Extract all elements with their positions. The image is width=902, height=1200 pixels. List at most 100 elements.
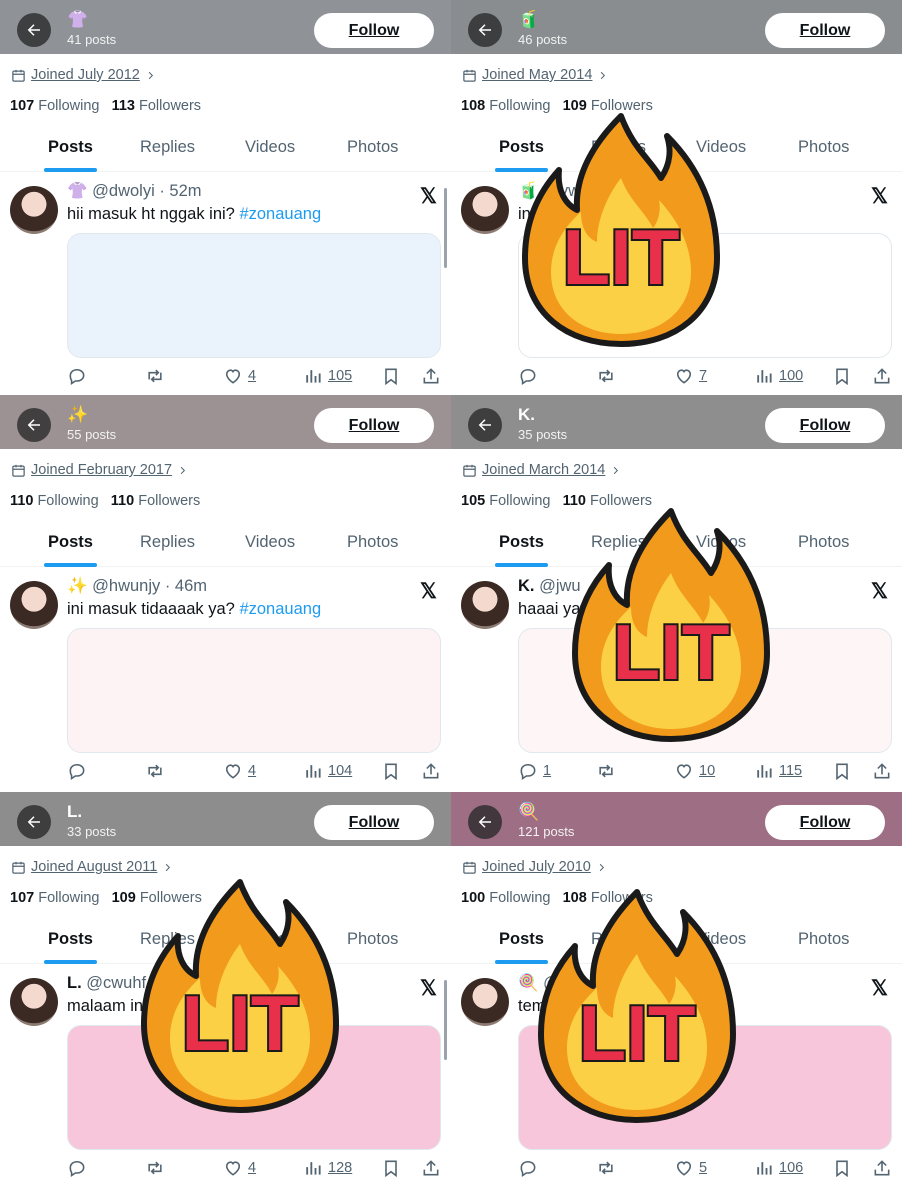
tab-photos[interactable]: Photos: [347, 930, 398, 949]
like-button[interactable]: 4: [223, 1158, 256, 1178]
views-count[interactable]: 128: [328, 1160, 352, 1176]
back-button[interactable]: [17, 805, 51, 839]
like-count[interactable]: 4: [248, 1160, 256, 1176]
like-button[interactable]: 7: [674, 366, 707, 386]
avatar[interactable]: [10, 978, 58, 1026]
like-button[interactable]: 5: [674, 1158, 707, 1178]
avatar[interactable]: [10, 186, 58, 234]
tweet-handle-time[interactable]: @hwunjy · 46m: [92, 577, 207, 595]
bookmark-button[interactable]: [381, 761, 401, 781]
joined-date-text[interactable]: Joined February 2017: [31, 462, 172, 478]
tweet-handle-time[interactable]: @yw: [543, 182, 580, 200]
tweet-media[interactable]: [518, 628, 892, 753]
followers-label[interactable]: Followers: [590, 493, 652, 509]
followers-label[interactable]: Followers: [591, 98, 653, 114]
tab-videos[interactable]: Videos: [245, 533, 295, 552]
share-button[interactable]: [421, 1158, 441, 1178]
tweet-media[interactable]: [67, 233, 441, 358]
scrollbar[interactable]: [444, 980, 447, 1060]
views-count[interactable]: 104: [328, 763, 352, 779]
hashtag-link[interactable]: #zonauang: [151, 997, 233, 1015]
views-count[interactable]: 115: [779, 763, 802, 779]
follow-button[interactable]: Follow: [314, 805, 434, 840]
back-button[interactable]: [17, 408, 51, 442]
followers-count[interactable]: 109: [563, 98, 587, 114]
tab-replies[interactable]: Replies: [591, 138, 646, 157]
following-label[interactable]: Following: [489, 98, 550, 114]
follow-button[interactable]: Follow: [314, 408, 434, 443]
hashtag-link[interactable]: #zonauang: [550, 997, 632, 1015]
retweet-button[interactable]: [596, 366, 616, 386]
retweet-button[interactable]: [145, 1158, 165, 1178]
tab-videos[interactable]: Videos: [696, 533, 746, 552]
tweet-display-name[interactable]: ✨: [67, 577, 88, 595]
like-button[interactable]: 4: [223, 366, 256, 386]
retweet-button[interactable]: [145, 366, 165, 386]
followers-count[interactable]: 109: [112, 890, 136, 906]
follow-button[interactable]: Follow: [314, 13, 434, 48]
tab-posts[interactable]: Posts: [499, 138, 544, 157]
like-count[interactable]: 4: [248, 368, 256, 384]
joined-date-text[interactable]: Joined July 2010: [482, 859, 591, 875]
tab-posts[interactable]: Posts: [499, 533, 544, 552]
joined-date[interactable]: Joined February 2017: [11, 462, 188, 478]
hashtag-link[interactable]: #zonauang: [239, 205, 321, 223]
joined-date[interactable]: Joined August 2011: [11, 859, 173, 875]
share-button[interactable]: [421, 761, 441, 781]
views-button[interactable]: 115: [754, 761, 802, 781]
follow-button[interactable]: Follow: [765, 805, 885, 840]
hashtag-link[interactable]: #zonauang: [594, 600, 676, 618]
reply-count[interactable]: 1: [543, 763, 551, 779]
back-button[interactable]: [468, 805, 502, 839]
tweet-media[interactable]: [67, 628, 441, 753]
bookmark-button[interactable]: [832, 366, 852, 386]
tweet-display-name[interactable]: K.: [518, 577, 535, 595]
views-count[interactable]: 106: [779, 1160, 803, 1176]
share-button[interactable]: [872, 366, 892, 386]
follow-button[interactable]: Follow: [765, 408, 885, 443]
scrollbar[interactable]: [444, 188, 447, 268]
followers-label[interactable]: Followers: [140, 890, 202, 906]
reply-button[interactable]: [67, 1158, 92, 1178]
following-label[interactable]: Following: [37, 493, 98, 509]
like-button[interactable]: 10: [674, 761, 715, 781]
tweet-handle-time[interactable]: @jwu: [539, 577, 581, 595]
tab-replies[interactable]: Replies: [140, 138, 195, 157]
tab-videos[interactable]: Videos: [245, 930, 295, 949]
tab-photos[interactable]: Photos: [798, 533, 849, 552]
following-count[interactable]: 107: [10, 98, 34, 114]
reply-button[interactable]: [518, 366, 543, 386]
joined-date[interactable]: Joined July 2010: [462, 859, 607, 875]
share-button[interactable]: [872, 1158, 892, 1178]
tab-posts[interactable]: Posts: [48, 930, 93, 949]
retweet-button[interactable]: [596, 1158, 616, 1178]
like-count[interactable]: 7: [699, 368, 707, 384]
hashtag-link[interactable]: #zonauang: [239, 600, 321, 618]
followers-label[interactable]: Followers: [139, 98, 201, 114]
tab-photos[interactable]: Photos: [798, 930, 849, 949]
views-count[interactable]: 105: [328, 368, 352, 384]
following-count[interactable]: 105: [461, 493, 485, 509]
tab-photos[interactable]: Photos: [347, 533, 398, 552]
bookmark-button[interactable]: [832, 1158, 852, 1178]
tweet-display-name[interactable]: L.: [67, 974, 82, 992]
joined-date-text[interactable]: Joined March 2014: [482, 462, 605, 478]
avatar[interactable]: [461, 978, 509, 1026]
joined-date[interactable]: Joined May 2014: [462, 67, 608, 83]
views-button[interactable]: 128: [303, 1158, 352, 1178]
reply-button[interactable]: 1: [518, 761, 551, 781]
tab-videos[interactable]: Videos: [245, 138, 295, 157]
following-label[interactable]: Following: [38, 98, 99, 114]
tweet-media[interactable]: [518, 233, 892, 358]
tab-videos[interactable]: Videos: [696, 138, 746, 157]
back-button[interactable]: [468, 408, 502, 442]
tweet-handle-time[interactable]: @cwuhf ·: [86, 974, 156, 992]
share-button[interactable]: [421, 366, 441, 386]
following-count[interactable]: 108: [461, 98, 485, 114]
followers-label[interactable]: Followers: [591, 890, 653, 906]
following-label[interactable]: Following: [489, 890, 550, 906]
tab-replies[interactable]: Replies: [591, 930, 646, 949]
hashtag-link[interactable]: #zonauang: [575, 205, 657, 223]
avatar[interactable]: [10, 581, 58, 629]
followers-label[interactable]: Followers: [138, 493, 200, 509]
